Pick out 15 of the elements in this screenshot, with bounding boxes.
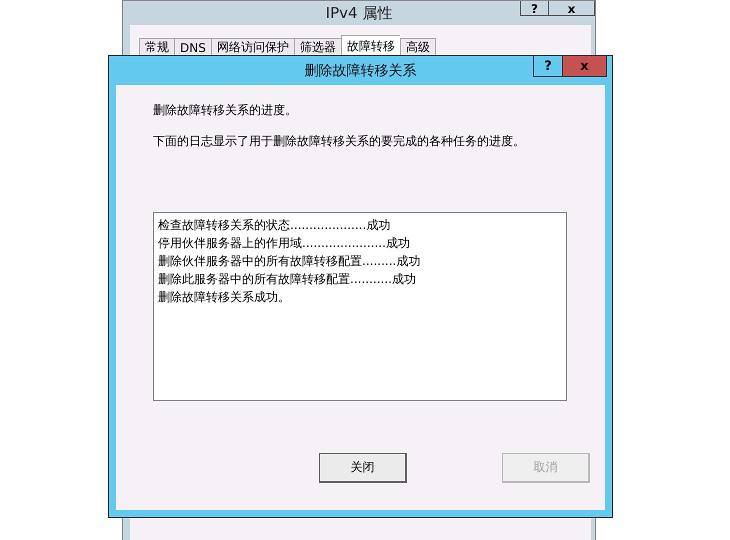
- close-button[interactable]: x: [563, 56, 607, 77]
- close-button[interactable]: x: [549, 1, 595, 16]
- intro-text: 删除故障转移关系的进度。: [153, 102, 298, 118]
- dialog-button[interactable]: 关闭: [319, 453, 407, 483]
- log-line: 停用伙伴服务器上的作用域......................成功: [158, 235, 411, 252]
- log-line: 删除伙伴服务器中的所有故障转移配置.........成功: [158, 253, 422, 270]
- description-text: 下面的日志显示了用于删除故障转移关系的要完成的各种任务的进度。: [153, 133, 526, 149]
- tab[interactable]: 故障转移: [340, 35, 400, 57]
- dialog-title: 删除故障转移关系: [304, 62, 416, 80]
- help-button[interactable]: ?: [533, 56, 563, 77]
- log-line: 删除此服务器中的所有故障转移配置...........成功: [158, 271, 417, 288]
- log-line: 检查故障转移关系的状态....................成功: [158, 217, 392, 234]
- help-button[interactable]: ?: [520, 1, 549, 16]
- log-line: 删除故障转移关系成功。: [158, 289, 291, 306]
- window-title: IPv4 属性: [326, 4, 392, 22]
